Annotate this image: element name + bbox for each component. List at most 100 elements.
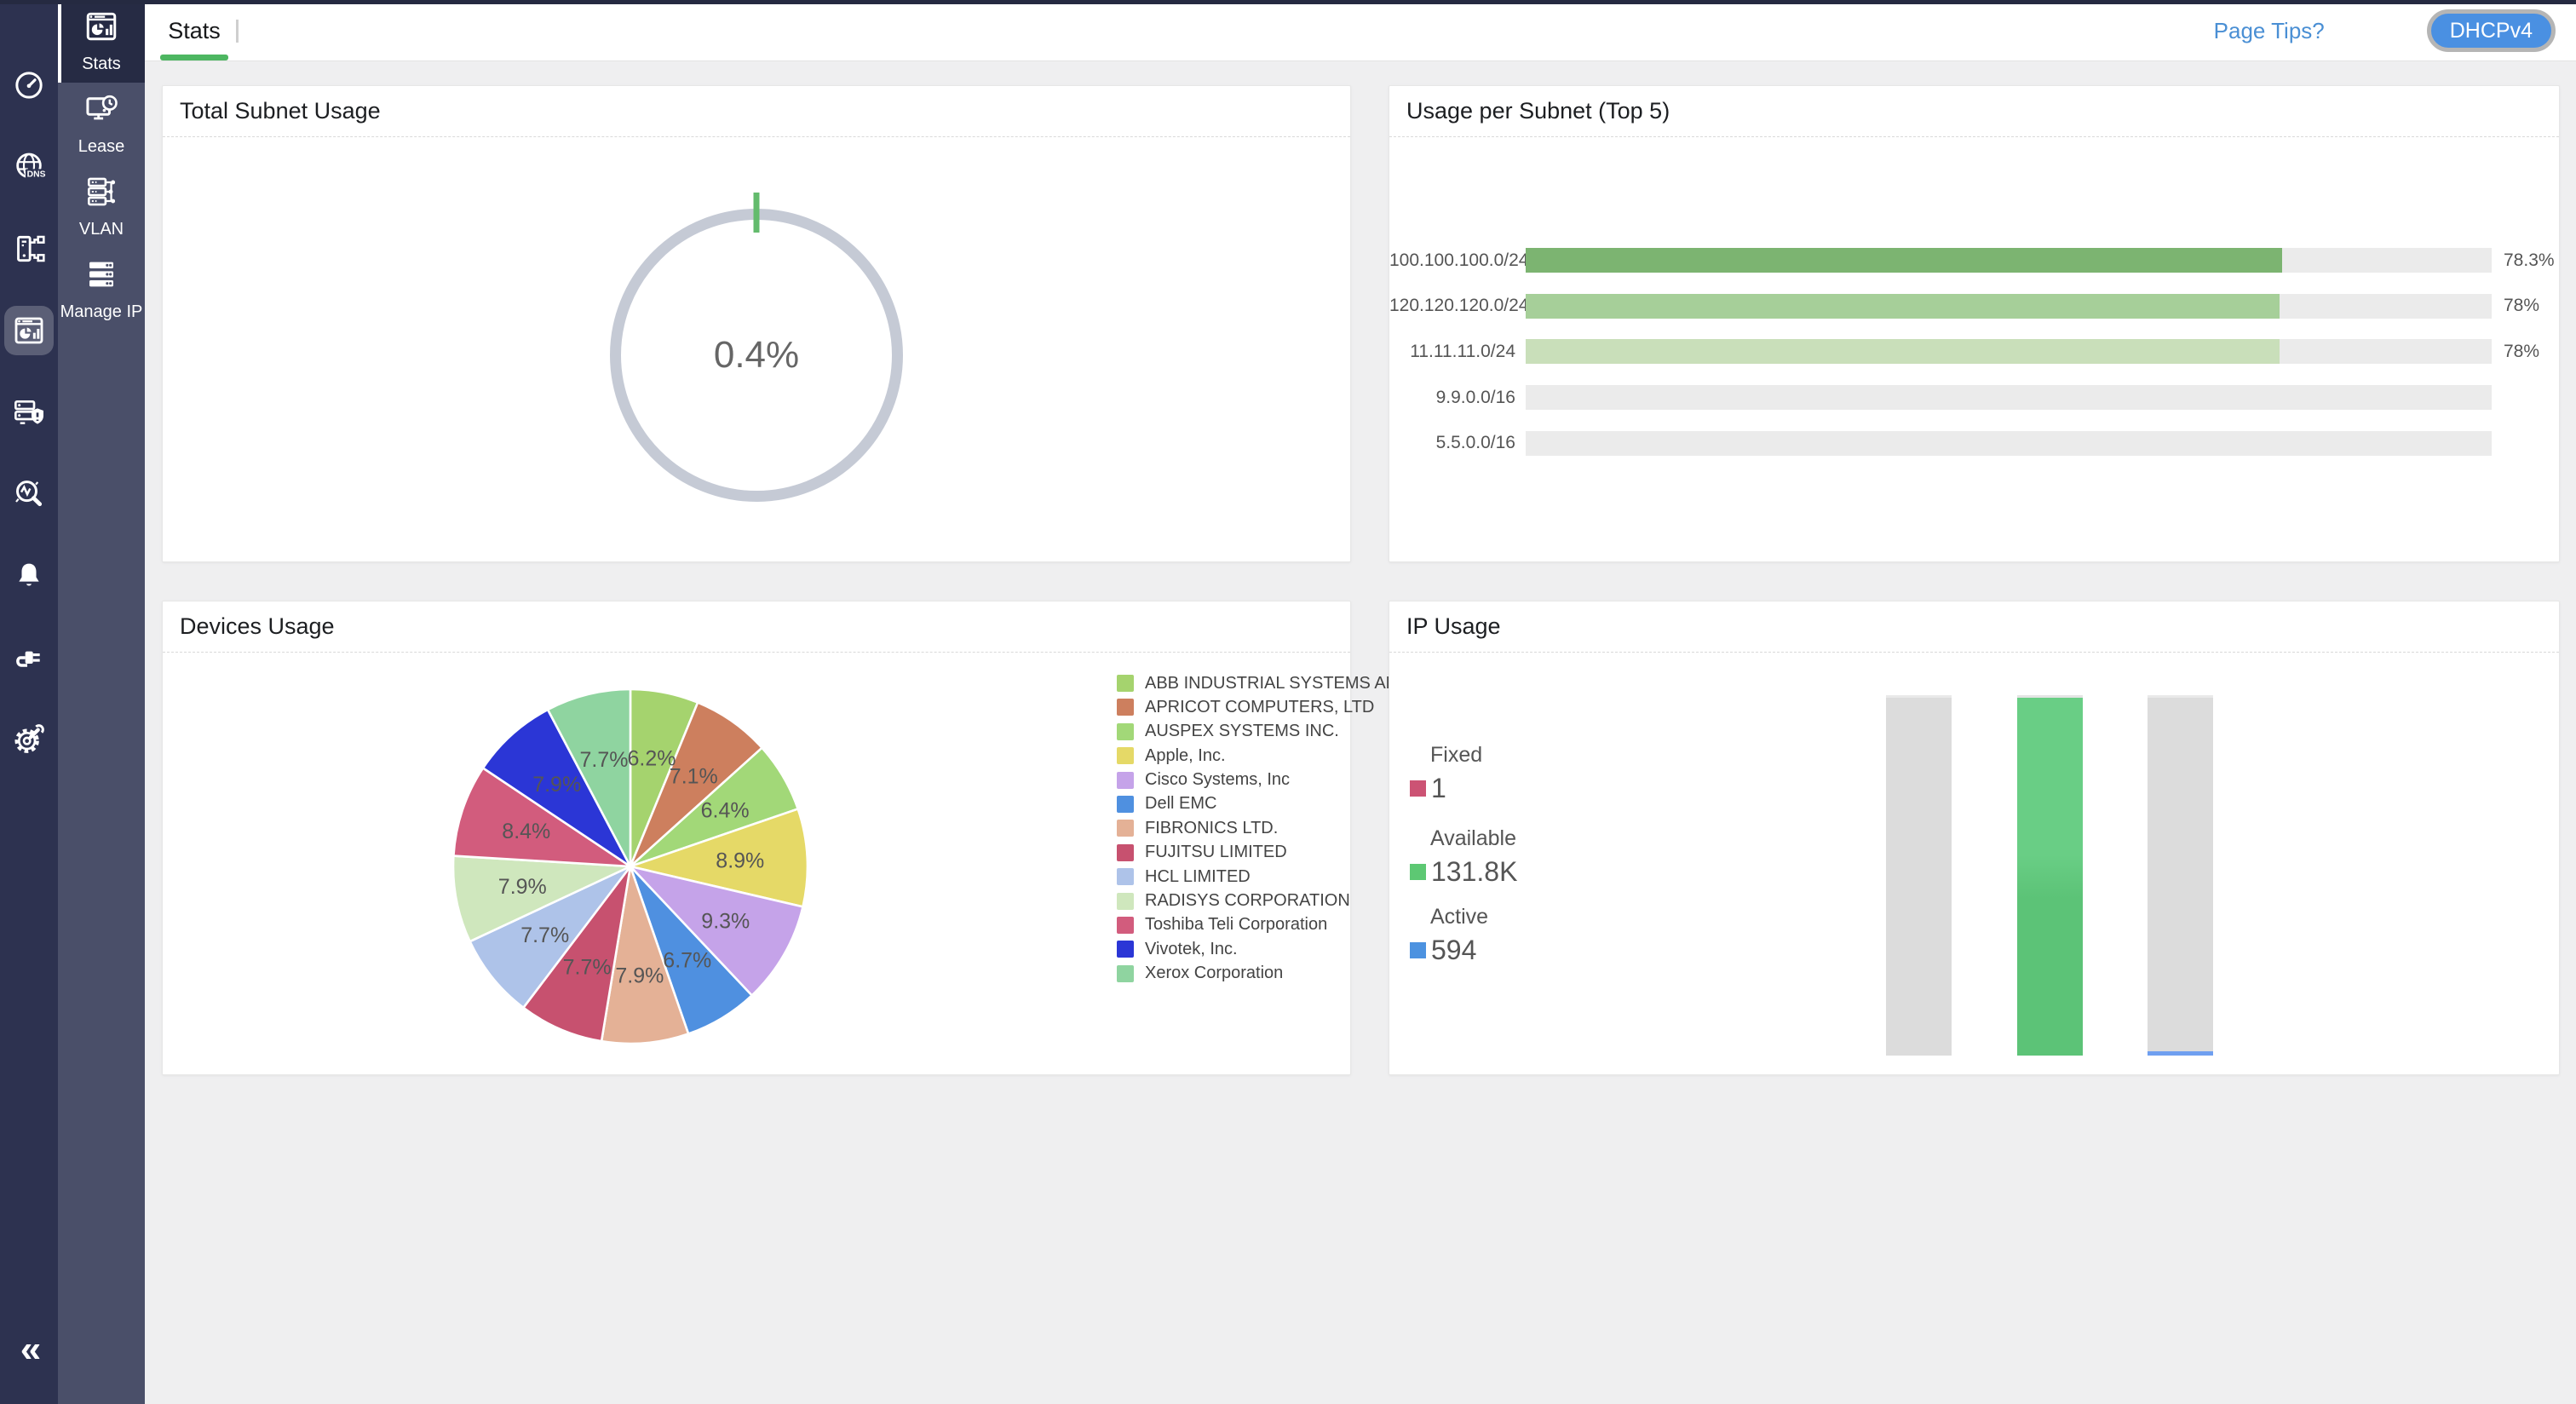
gear-wrench-icon [4,715,54,764]
legend-item: FUJITSU LIMITED [1117,844,1397,861]
legend-item: HCL LIMITED [1117,868,1397,885]
collapse-sidebar-button[interactable]: « [0,1331,58,1368]
topbar-right: Page Tips? DHCPv4 [2214,0,2556,61]
subnet-value: 78% [2504,296,2539,316]
svg-text:DNS: DNS [27,170,46,180]
subnet-row: 11.11.11.0/2478% [1389,339,2559,364]
nav-analytics-search-button[interactable] [0,453,58,535]
card-header: IP Usage [1389,601,2559,653]
legend-swatch [1117,675,1134,692]
pie-slice-label: 6.4% [701,799,750,823]
sidebar-item-label: Stats [82,55,121,74]
nav-gear-wrench-button[interactable] [0,699,58,780]
nav-stats-pie-button[interactable] [0,290,58,371]
subnet-bar-fill [1526,339,2280,364]
pie-slice-label: 7.7% [520,924,569,947]
legend-item: Apple, Inc. [1117,747,1397,764]
sidebar-item-lease[interactable]: Lease [58,83,145,165]
legend-swatch [1117,796,1134,813]
nav-dashboard-button[interactable] [0,44,58,126]
legend-swatch [1117,868,1134,885]
topbar: Stats Page Tips? DHCPv4 [145,0,2576,61]
devices-usage-legend: ABB INDUSTRIAL SYSTEMS AB APRICOT COMPUTE… [1117,675,1397,989]
nav-plug-button[interactable] [0,617,58,699]
card-devices-usage: Devices Usage 6.2%7.1%6.4%8.9%9.3%6.7%7.… [162,601,1351,1075]
subnet-usage-bar-chart: 100.100.100.0/2478.3%120.120.120.0/2478%… [1389,248,2559,476]
legend-item: APRICOT COMPUTERS, LTD [1117,699,1397,716]
legend-item: AUSPEX SYSTEMS INC. [1117,723,1397,740]
ip-usage-bar-chart [1389,653,2559,1074]
active-tab-underline [160,55,228,60]
legend-swatch [1117,941,1134,958]
legend-item: Cisco Systems, Inc [1117,772,1397,789]
subnet-value: 78.3% [2504,250,2555,271]
card-body: 6.2%7.1%6.4%8.9%9.3%6.7%7.9%7.7%7.7%7.9%… [163,653,1350,1074]
stats-window-icon [83,9,119,49]
sidebar-item-label: Lease [78,137,125,157]
legend-swatch [1117,917,1134,934]
pie-slice-label: 7.9% [498,875,547,899]
vlan-servers-icon [83,174,119,214]
legend-label: Cisco Systems, Inc [1145,770,1290,790]
network-device-icon [4,224,54,273]
nav-rail: DNS « [0,0,58,1404]
legend-item: ABB INDUSTRIAL SYSTEMS AB [1117,675,1397,692]
sidebar-item-stats[interactable]: Stats [58,0,145,83]
subnet-bar-fill [1526,248,2282,273]
ip-bar-fixed [1886,695,1952,1056]
donut-center-value: 0.4% [586,185,927,526]
pie-svg: 6.2%7.1%6.4%8.9%9.3%6.7%7.9%7.7%7.7%7.9%… [443,679,818,1054]
card-header: Usage per Subnet (Top 5) [1389,86,2559,137]
legend-label: ABB INDUSTRIAL SYSTEMS AB [1145,674,1397,693]
pie-slice-label: 9.3% [701,909,750,933]
legend-item: Toshiba Teli Corporation [1117,917,1397,934]
sidebar-item-manage-ip[interactable]: Manage IP [58,248,145,331]
subnet-label: 100.100.100.0/24 [1389,250,1526,271]
pie-slice-label: 6.7% [663,948,711,972]
legend-label: RADISYS CORPORATION [1145,891,1350,911]
legend-label: Toshiba Teli Corporation [1145,915,1327,935]
nav-bell-button[interactable] [0,535,58,617]
server-alert-icon [4,388,54,437]
nav-server-alert-button[interactable] [0,371,58,453]
page-tips-link[interactable]: Page Tips? [2214,18,2325,44]
subnet-bar-fill [1526,294,2280,319]
dhcpv4-badge[interactable]: DHCPv4 [2427,9,2556,52]
legend-swatch [1117,772,1134,789]
manage-ip-servers-icon [83,256,119,296]
legend-item: RADISYS CORPORATION [1117,893,1397,910]
bell-icon [4,551,54,601]
legend-label: Dell EMC [1145,794,1216,814]
legend-swatch [1117,820,1134,837]
lease-monitor-icon [83,91,119,131]
nav-dns-globe-button[interactable]: DNS [0,126,58,208]
subnet-bar-track [1526,248,2492,273]
legend-item: Xerox Corporation [1117,965,1397,982]
pie-slice-label: 7.9% [615,964,664,988]
subnet-label: 5.5.0.0/16 [1389,433,1526,453]
card-title: Total Subnet Usage [180,98,381,124]
subnet-row: 5.5.0.0/16 [1389,431,2559,456]
subnet-row: 9.9.0.0/16 [1389,385,2559,410]
subnet-label: 9.9.0.0/16 [1389,388,1526,408]
subnet-label: 11.11.11.0/24 [1389,342,1526,362]
legend-swatch [1117,699,1134,716]
legend-label: Vivotek, Inc. [1145,940,1238,959]
tab-stats[interactable]: Stats [160,0,228,61]
pie-slice-label: 8.9% [716,849,764,873]
card-header: Devices Usage [163,601,1350,653]
tab-divider [236,20,239,43]
card-body: Fixed1Available131.8KActive594 [1389,653,2559,1074]
stats-pie-icon [4,306,54,355]
card-body: 0.4% [163,137,1350,561]
legend-label: AUSPEX SYSTEMS INC. [1145,722,1339,741]
legend-label: HCL LIMITED [1145,867,1251,887]
card-body: 100.100.100.0/2478.3%120.120.120.0/2478%… [1389,137,2559,561]
nav-network-device-button[interactable] [0,208,58,290]
card-header: Total Subnet Usage [163,86,1350,137]
sidebar-item-vlan[interactable]: VLAN [58,165,145,248]
legend-swatch [1117,844,1134,861]
pie-slice-label: 7.9% [532,773,581,797]
pie-slice-label: 7.1% [670,765,718,789]
legend-swatch [1117,893,1134,910]
